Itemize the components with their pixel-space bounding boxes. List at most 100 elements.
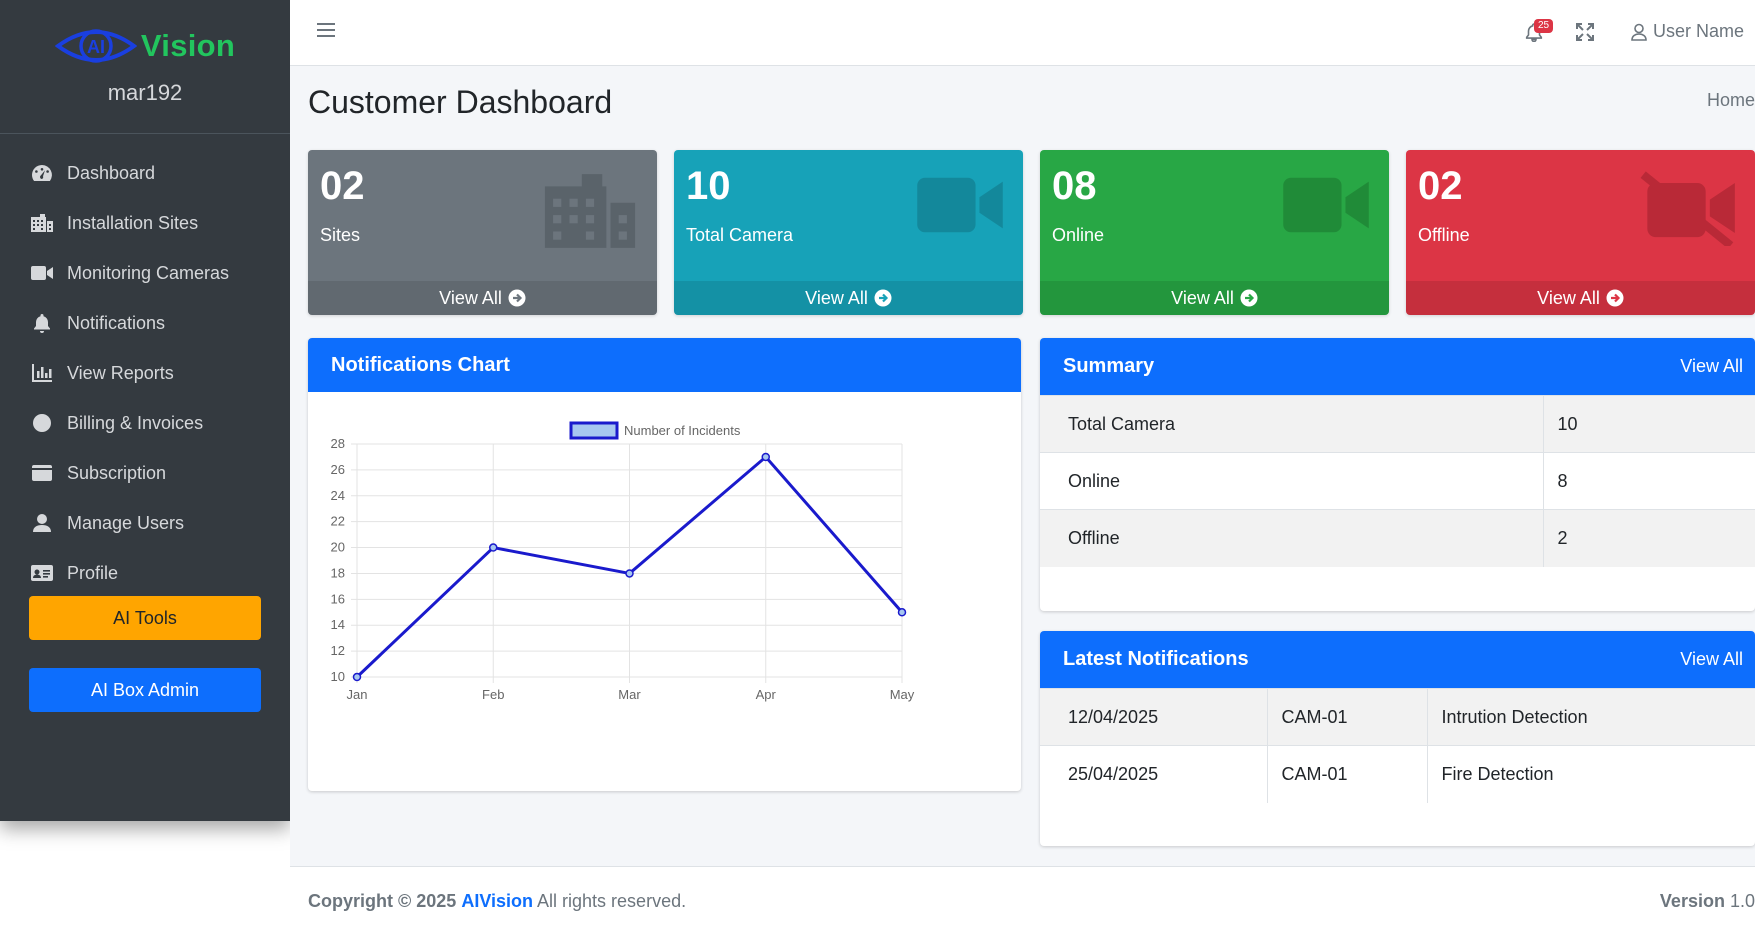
ai-box-admin-button[interactable]: AI Box Admin [29,668,261,712]
sidebar-item-label: Monitoring Cameras [67,262,230,283]
summary-label: Offline [1040,509,1543,567]
top-navbar: 25 User Name [290,0,1755,66]
card-title: Notifications Chart [331,353,510,376]
building-icon [544,174,636,248]
stat-card-total-camera: 10 Total Camera View All [674,150,1023,315]
fullscreen-icon[interactable] [1576,23,1594,46]
sidebar-item-monitoring-cameras[interactable]: Monitoring Cameras [0,248,290,298]
x-tick-label: Apr [756,687,777,702]
user-name: User Name [1653,21,1745,41]
sidebar-item-notifications[interactable]: Notifications [0,298,290,348]
summary-table: Total Camera 10 Online 8 Offline 2 [1040,395,1755,567]
view-all-label: View All [1171,287,1234,308]
footer: Copyright © 2025 AIVision All rights res… [290,866,1755,931]
data-point [489,543,498,552]
dashboard-icon [30,162,54,184]
stat-value: 08 [1052,164,1097,208]
x-tick-label: May [890,687,915,702]
sidebar-item-dashboard[interactable]: Dashboard [0,148,290,198]
stat-value: 02 [1418,164,1463,208]
breadcrumb-home[interactable]: Home [1707,90,1755,111]
copyright-text: Copyright © 2025 [308,891,457,911]
y-tick-label: 16 [331,591,345,606]
view-all-cameras-link[interactable]: View All [674,281,1023,315]
sidebar-item-label: Profile [67,562,119,583]
user-menu[interactable]: User Name [1630,21,1744,42]
view-all-label: View All [805,287,868,308]
summary-view-all-link[interactable]: View All [1680,356,1743,377]
building-icon [30,212,54,234]
table-row: Total Camera 10 [1040,395,1755,453]
menu-toggle-icon[interactable] [317,23,335,39]
arrow-circle-right-icon [1240,289,1258,307]
notifications-chart-card: Notifications Chart 10 12 14 16 18 20 22 24 26 28… [308,338,1021,791]
legend-label: Number of Incidents [624,423,741,438]
sidebar-item-label: Manage Users [67,512,185,533]
sidebar-item-label: Notifications [67,312,166,333]
table-row: 12/04/2025 CAM-01 Intrution Detection [1040,688,1755,746]
table-row: 25/04/2025 CAM-01 Fire Detection [1040,745,1755,803]
y-tick-label: 22 [331,514,345,529]
user-icon [30,512,54,534]
notifications-line-chart: 10 12 14 16 18 20 22 24 26 28 Jan Feb Mar Apr May Num… [331,421,915,702]
ai-tools-button[interactable]: AI Tools [29,596,261,640]
stat-value: 10 [686,164,731,208]
version-number: 1.0 [1729,891,1755,911]
video-camera-icon [1283,177,1369,233]
sidebar-item-label: Dashboard [67,162,156,183]
view-all-label: View All [439,287,502,308]
summary-label: Total Camera [1040,395,1543,453]
table-row: Offline 2 [1040,509,1755,567]
y-tick-label: 26 [331,462,345,477]
notification-count-badge: 25 [1534,19,1554,33]
view-all-sites-link[interactable]: View All [308,281,657,315]
sidebar-item-view-reports[interactable]: View Reports [0,348,290,398]
version: Version 1.0 [1660,891,1755,912]
stat-label: Total Camera [686,225,794,245]
sidebar-item-subscription[interactable]: Subscription [0,448,290,498]
y-tick-label: 18 [331,565,345,580]
video-camera-icon [30,262,54,284]
arrow-circle-right-icon [1606,289,1624,307]
footer-brand-link[interactable]: AIVision [461,891,533,911]
summary-value: 2 [1542,509,1755,567]
brand-name: Vision [140,28,236,63]
main-content: Customer Dashboard Home 02 Sites View Al… [290,66,1755,866]
sidebar-item-label: Installation Sites [67,212,199,233]
logo-mark: AI [87,37,105,57]
sidebar-item-label: Subscription [67,462,167,483]
sidebar-item-manage-users[interactable]: Manage Users [0,498,290,548]
y-tick-label: 14 [331,617,345,632]
user-outline-icon [1631,23,1647,41]
view-all-offline-link[interactable]: View All [1406,281,1755,315]
copyright: Copyright © 2025 AIVision All rights res… [308,891,686,912]
rights-text: All rights reserved. [537,891,687,911]
y-tick-label: 28 [331,436,345,451]
card-header: Summary View All [1040,338,1755,395]
data-point [897,608,907,617]
bar-chart-icon [30,362,54,384]
sidebar-nav: Dashboard Installation Sites Monitoring … [0,134,290,598]
sidebar-item-installation-sites[interactable]: Installation Sites [0,198,290,248]
legend-swatch [569,421,619,440]
card-title: Latest Notifications [1063,648,1249,670]
logo[interactable]: AI Vision [54,24,236,68]
sidebar-item-label: View Reports [67,362,174,383]
sidebar-item-profile[interactable]: Profile [0,548,290,598]
summary-label: Online [1040,452,1543,510]
table-row: Online 8 [1040,452,1755,510]
notification-date: 25/04/2025 [1040,745,1267,803]
stat-card-online: 08 Online View All [1040,150,1389,315]
sidebar-item-billing[interactable]: Billing & Invoices [0,398,290,448]
arrow-circle-right-icon [874,289,892,307]
circle-icon [30,412,54,434]
notification-camera: CAM-01 [1266,745,1427,803]
view-all-online-link[interactable]: View All [1040,281,1389,315]
card-title: Summary [1063,355,1155,377]
page-title: Customer Dashboard [308,84,613,120]
notifications-view-all-link[interactable]: View All [1680,649,1743,670]
notifications-table: 12/04/2025 CAM-01 Intrution Detection 25… [1040,688,1755,803]
card-header: Latest Notifications View All [1040,631,1755,688]
summary-card: Summary View All Total Camera 10 Online … [1040,338,1755,611]
sidebar: AI Vision mar192 Dashboard Installation … [0,0,290,821]
